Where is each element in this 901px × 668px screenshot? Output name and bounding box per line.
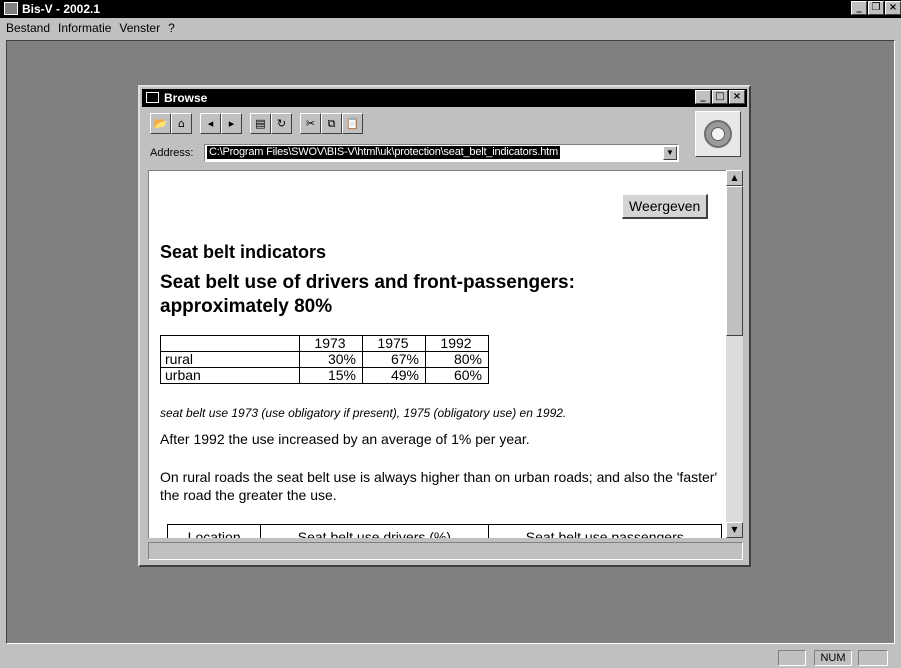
browse-window: Browse _ □ × 📂 ⌂ ◂ ▸ ▤ ↻ ✂ ⧉ 📋 Address: …: [138, 85, 751, 567]
table-row: rural 30% 67% 80%: [160, 351, 489, 368]
scroll-up-icon[interactable]: ▲: [726, 170, 743, 186]
paragraph: On rural roads the seat belt use is alwa…: [160, 469, 718, 503]
weergeven-button[interactable]: Weergeven: [622, 194, 709, 219]
table-cell: rural: [160, 351, 300, 368]
browse-title: Browse: [164, 91, 208, 105]
open-icon[interactable]: 📂: [150, 113, 171, 134]
app-titlebar: Bis-V - 2002.1 _ ❐ ×: [0, 0, 901, 18]
menu-venster[interactable]: Venster: [119, 21, 160, 35]
table-cell: 60%: [425, 367, 489, 384]
browse-toolbar: 📂 ⌂ ◂ ▸ ▤ ↻ ✂ ⧉ 📋: [150, 113, 363, 134]
address-value[interactable]: C:\Program Files\SWOV\BIS-V\html\uk\prot…: [207, 146, 560, 159]
status-cell: [778, 650, 806, 666]
menu-bar: Bestand Informatie Venster ?: [0, 18, 901, 38]
table-header: Seat belt use drivers (%): [260, 524, 489, 538]
back-icon[interactable]: ◂: [200, 113, 221, 134]
table-header: Seat belt use passengers: [487, 524, 722, 538]
table-header-row: Location Seat belt use drivers (%) Seat …: [166, 524, 722, 538]
app-restore-button[interactable]: ❐: [868, 1, 884, 15]
table-cell: urban: [160, 367, 300, 384]
browse-close-button[interactable]: ×: [729, 90, 745, 104]
table-note: seat belt use 1973 (use obligatory if pr…: [160, 406, 567, 420]
menu-informatie[interactable]: Informatie: [58, 21, 111, 35]
scroll-thumb[interactable]: [726, 186, 743, 336]
browse-maximize-button[interactable]: □: [712, 90, 728, 104]
content-pane: Weergeven Seat belt indicators Seat belt…: [148, 170, 726, 538]
menu-help[interactable]: ?: [168, 21, 175, 35]
app-icon: [4, 2, 18, 15]
address-field[interactable]: C:\Program Files\SWOV\BIS-V\html\uk\prot…: [204, 144, 679, 162]
table-cell: 67%: [362, 351, 426, 368]
address-label: Address:: [150, 147, 194, 159]
copy-icon[interactable]: ⧉: [321, 113, 342, 134]
page-subtitle: Seat belt use of drivers and front-passe…: [160, 272, 575, 317]
paragraph: After 1992 the use increased by an avera…: [160, 431, 530, 447]
cut-icon[interactable]: ✂: [300, 113, 321, 134]
table-cell: 15%: [299, 367, 363, 384]
vertical-scrollbar[interactable]: ▲ ▼: [726, 170, 743, 538]
page-icon[interactable]: ▤: [250, 113, 271, 134]
table-header: Location: [166, 524, 262, 538]
browse-minimize-button[interactable]: _: [695, 90, 711, 104]
table-row: urban 15% 49% 60%: [160, 367, 489, 384]
table-cell: 30%: [299, 351, 363, 368]
home-icon[interactable]: ⌂: [171, 113, 192, 134]
table-header-row: 1973 1975 1992: [160, 335, 489, 352]
app-close-button[interactable]: ×: [885, 1, 901, 15]
forward-icon[interactable]: ▸: [221, 113, 242, 134]
table-cell: 49%: [362, 367, 426, 384]
table-header: 1992: [425, 335, 489, 352]
num-lock-indicator: NUM: [814, 650, 852, 666]
table-header: 1973: [299, 335, 363, 352]
refresh-icon[interactable]: ↻: [271, 113, 292, 134]
app-statusbar: NUM: [0, 647, 901, 668]
seat-belt-table: 1973 1975 1992 rural 30% 67% 80% urban 1…: [160, 335, 489, 384]
app-title: Bis-V - 2002.1: [22, 2, 101, 16]
location-table: Location Seat belt use drivers (%) Seat …: [166, 524, 722, 538]
browse-statusbar: [148, 542, 743, 560]
table-cell: 80%: [425, 351, 489, 368]
address-dropdown-icon[interactable]: ▼: [663, 146, 677, 160]
menu-bestand[interactable]: Bestand: [6, 21, 50, 35]
browse-window-icon: [146, 92, 159, 103]
bisv-logo-icon: [695, 111, 741, 157]
status-cell: [858, 650, 888, 666]
browse-titlebar[interactable]: Browse _ □ ×: [142, 89, 747, 107]
app-minimize-button[interactable]: _: [851, 1, 867, 15]
page-title: Seat belt indicators: [160, 242, 327, 262]
table-cell: [160, 335, 300, 352]
scroll-down-icon[interactable]: ▼: [726, 522, 743, 538]
paste-icon[interactable]: 📋: [342, 113, 363, 134]
table-header: 1975: [362, 335, 426, 352]
